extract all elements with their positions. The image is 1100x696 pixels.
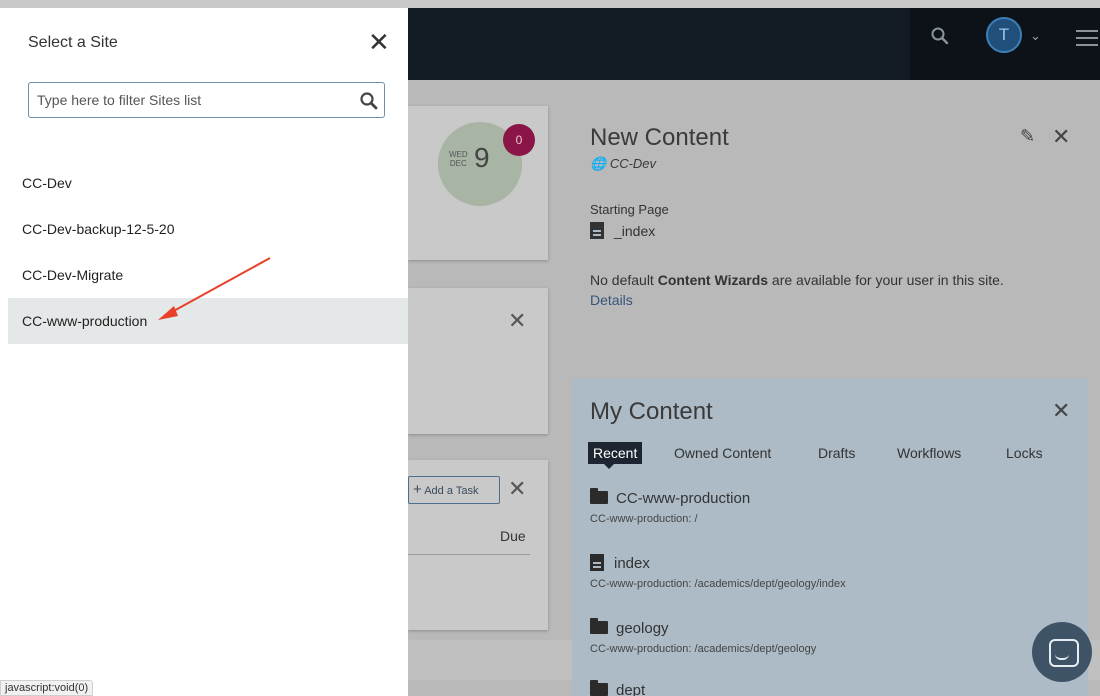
content-tabs: Recent Owned Content Drafts Workflows Lo… <box>586 442 1056 469</box>
notification-badge[interactable]: 0 <box>503 124 535 156</box>
document-icon <box>590 554 604 571</box>
my-content-widget: My Content ✕ Recent Owned Content Drafts… <box>572 378 1088 696</box>
folder-icon <box>590 488 608 504</box>
close-icon[interactable]: ✕ <box>368 28 390 56</box>
hamburger-menu-icon[interactable] <box>1076 30 1098 51</box>
tab-owned-content[interactable]: Owned Content <box>674 442 771 464</box>
add-task-button[interactable]: + Add a Task <box>408 476 500 504</box>
search-icon[interactable] <box>930 26 950 46</box>
site-name: 🌐 CC-Dev <box>590 156 657 171</box>
site-item-cc-dev-backup[interactable]: CC-Dev-backup-12-5-20 <box>0 206 408 252</box>
search-icon[interactable] <box>359 91 379 111</box>
chevron-down-icon[interactable]: ⌄ <box>1030 28 1041 44</box>
site-filter-field[interactable] <box>28 82 385 118</box>
divider <box>408 554 530 555</box>
site-item-cc-dev-migrate[interactable]: CC-Dev-Migrate <box>0 252 408 298</box>
calendar-day: 9 <box>474 142 490 173</box>
due-column-header[interactable]: Due <box>500 528 526 544</box>
site-item-cc-dev[interactable]: CC-Dev <box>0 160 408 206</box>
list-item[interactable]: CC-www-production CC-www-production: / <box>590 488 750 525</box>
user-avatar[interactable]: T <box>986 17 1022 53</box>
dashboard-widget: ✕ <box>408 288 548 434</box>
widget-title: My Content <box>590 398 713 425</box>
calendar-weekday-month: WED DEC <box>449 150 468 168</box>
no-wizards-message: No default Content Wizards are available… <box>590 272 1004 288</box>
tasks-card: + Add a Task ✕ Due <box>408 460 548 630</box>
widget-title: New Content <box>590 124 729 151</box>
folder-icon <box>590 618 608 634</box>
close-icon[interactable]: ✕ <box>1052 398 1070 424</box>
details-link[interactable]: Details <box>590 292 633 308</box>
list-item[interactable]: index CC-www-production: /academics/dept… <box>590 554 846 590</box>
panel-title: Select a Site <box>28 34 118 51</box>
status-bar-url: javascript:void(0) <box>0 680 94 696</box>
chat-icon[interactable] <box>1032 622 1092 682</box>
site-filter-input[interactable] <box>37 89 347 111</box>
tab-locks[interactable]: Locks <box>1006 442 1043 464</box>
tab-workflows[interactable]: Workflows <box>897 442 961 464</box>
close-icon[interactable]: ✕ <box>508 308 526 334</box>
pencil-icon[interactable]: ✎ <box>1020 126 1035 147</box>
globe-icon: 🌐 <box>590 156 607 171</box>
folder-icon <box>590 680 608 696</box>
list-item[interactable]: geology CC-www-production: /academics/de… <box>590 618 816 655</box>
tab-drafts[interactable]: Drafts <box>818 442 855 464</box>
site-picker-panel: Select a Site ✕ CC-Dev CC-Dev-backup-12-… <box>0 8 408 696</box>
site-list: CC-Dev CC-Dev-backup-12-5-20 CC-Dev-Migr… <box>0 160 408 344</box>
new-content-widget: New Content 🌐 CC-Dev ✎ ✕ Starting Page _… <box>572 100 1092 360</box>
starting-page-label: Starting Page <box>590 202 669 217</box>
tab-recent[interactable]: Recent <box>588 442 643 469</box>
starting-page-link[interactable]: _index <box>590 222 655 239</box>
calendar-card: WED DEC 9 0 <box>408 106 548 260</box>
close-icon[interactable]: ✕ <box>508 476 526 502</box>
close-icon[interactable]: ✕ <box>1052 124 1070 150</box>
list-item[interactable]: dept <box>590 680 645 696</box>
site-item-cc-www-production[interactable]: CC-www-production <box>8 298 408 344</box>
document-icon <box>590 222 604 239</box>
